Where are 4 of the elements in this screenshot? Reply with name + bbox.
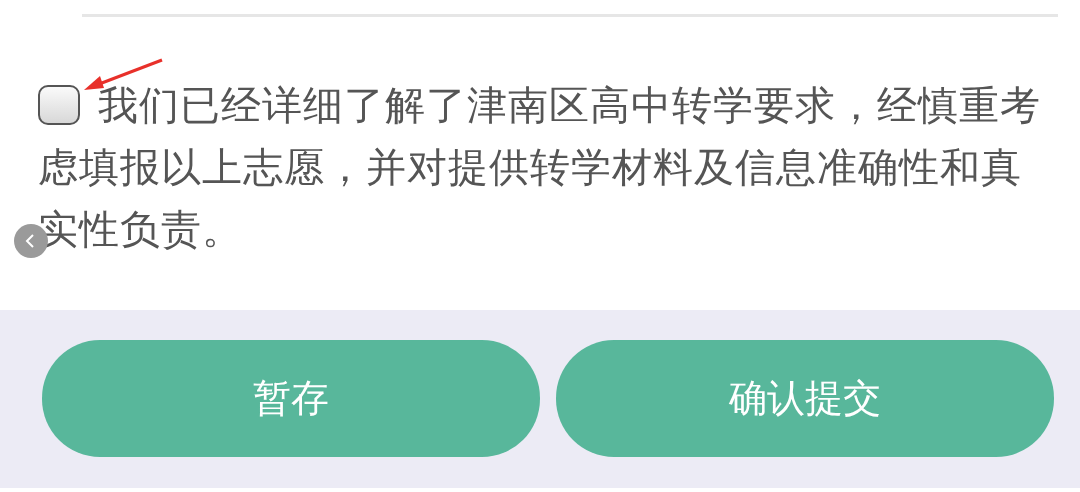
agreement-text: 我们已经详细了解了津南区高中转学要求，经慎重考: [98, 81, 1041, 130]
submit-button[interactable]: 确认提交: [556, 340, 1054, 457]
checkbox[interactable]: [38, 85, 80, 125]
save-draft-button[interactable]: 暂存: [42, 340, 540, 457]
